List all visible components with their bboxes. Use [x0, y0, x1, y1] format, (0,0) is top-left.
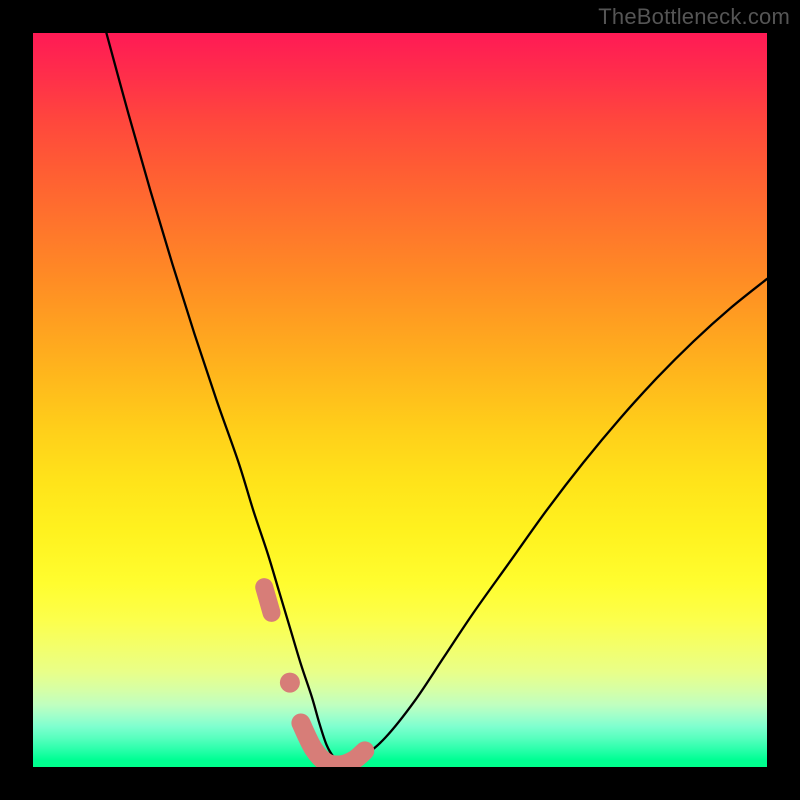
left-marker-segment [264, 587, 271, 613]
right-marker-segment [301, 723, 365, 765]
watermark-text: TheBottleneck.com [598, 4, 790, 30]
middle-marker-dot [280, 673, 300, 693]
chart-container: TheBottleneck.com [0, 0, 800, 800]
chart-svg [33, 33, 767, 767]
plot-area [33, 33, 767, 767]
bottleneck-curve [106, 33, 767, 763]
